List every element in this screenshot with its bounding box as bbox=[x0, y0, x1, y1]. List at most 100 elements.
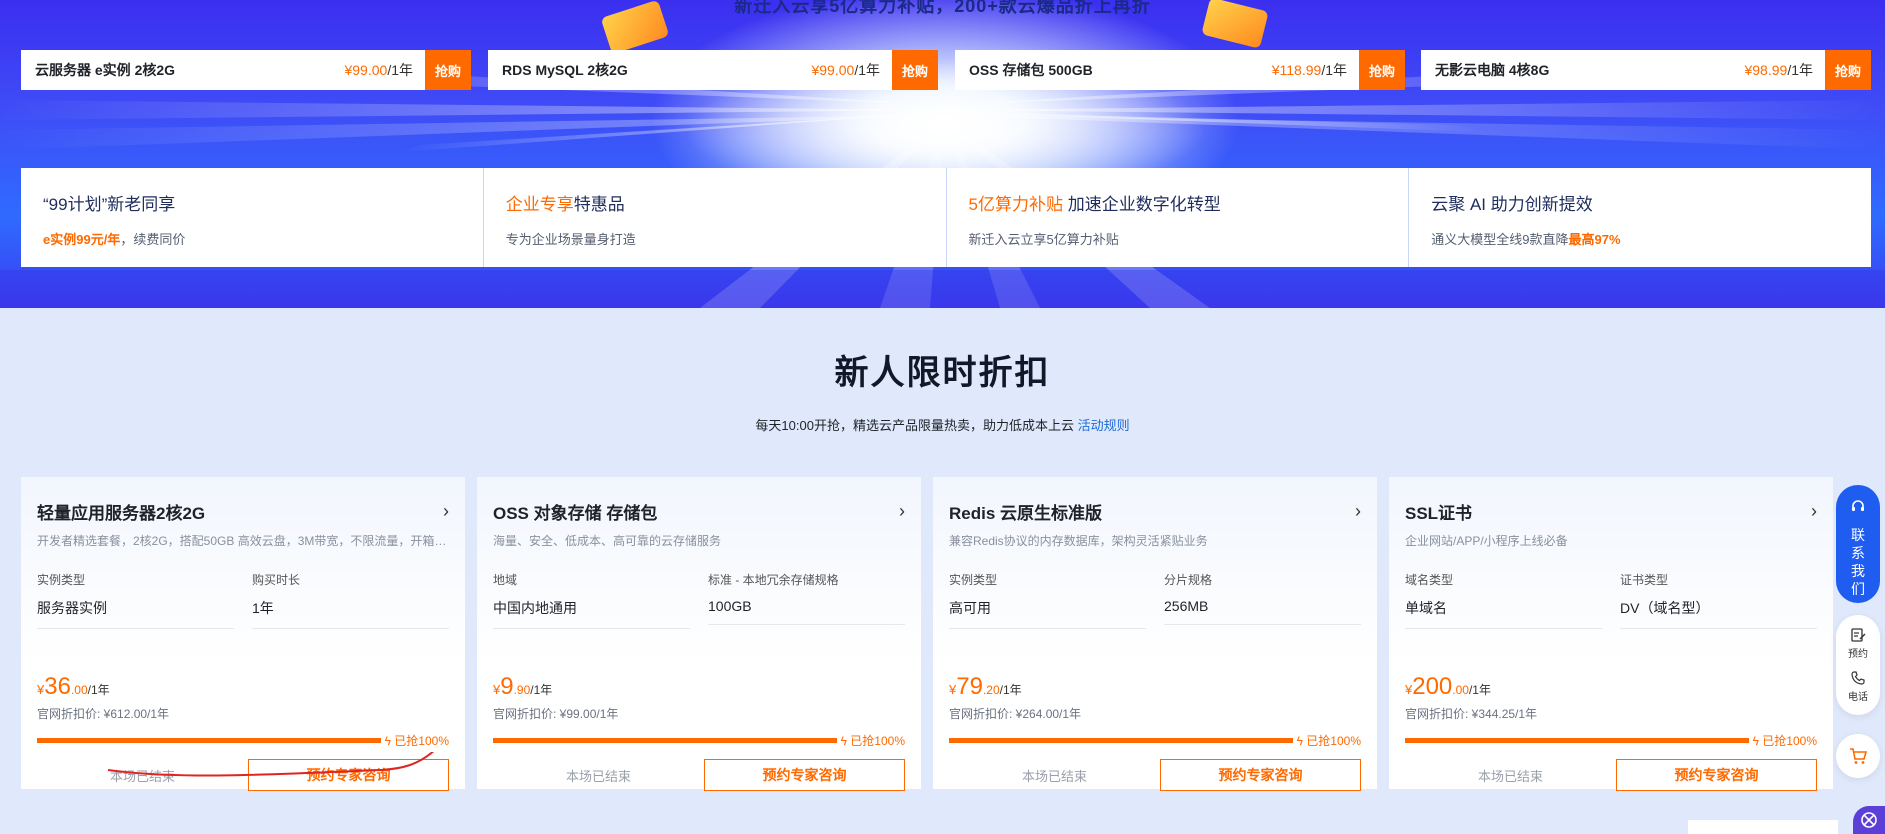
sold-progress-bar bbox=[949, 738, 1293, 743]
deal-buy-button[interactable]: 抢购 bbox=[1825, 50, 1871, 90]
chevron-right-icon[interactable]: › bbox=[443, 501, 449, 522]
deal-buy-button[interactable]: 抢购 bbox=[425, 50, 471, 90]
chevron-right-icon[interactable]: › bbox=[899, 501, 905, 522]
side-tools: 预约 电话 bbox=[1836, 615, 1880, 715]
chevron-right-icon[interactable]: › bbox=[1811, 501, 1817, 522]
sold-progress-bar bbox=[37, 738, 381, 743]
card-title[interactable]: 轻量应用服务器2核2G bbox=[37, 499, 205, 524]
phone-label: 电话 bbox=[1848, 692, 1868, 703]
bottom-panel-edge bbox=[1688, 820, 1838, 834]
assistant-button[interactable] bbox=[1853, 806, 1885, 834]
spec-label: 证书类型 bbox=[1620, 573, 1669, 587]
promo-card-enterprise[interactable]: 企业专享特惠品 专为企业场景量身打造 bbox=[483, 168, 947, 267]
hero-slogan: 新迁入云享5亿算力补贴，200+款云爆品折上再折 bbox=[734, 0, 1151, 16]
sale-price: ¥200.00/1年 bbox=[1405, 673, 1491, 700]
spec-value[interactable]: 1年 bbox=[252, 598, 449, 629]
spec-value[interactable]: 高可用 bbox=[949, 598, 1146, 629]
product-cards: 轻量应用服务器2核2G › 开发者精选套餐，2核2G，搭配50GB 高效云盘，3… bbox=[21, 477, 1833, 791]
deal-name: 无影云电脑 4核8G bbox=[1435, 62, 1550, 78]
sold-progress-bar bbox=[493, 738, 837, 743]
sale-price: ¥9.90/1年 bbox=[493, 673, 553, 700]
session-ended-label: 本场已结束 bbox=[1021, 768, 1087, 784]
spec-value[interactable]: 100GB bbox=[708, 598, 905, 625]
deal-bar-wuying[interactable]: 无影云电脑 4核8G ¥98.99/1年 抢购 bbox=[1421, 50, 1871, 90]
assistant-icon bbox=[1861, 812, 1877, 828]
spec-label: 分片规格 bbox=[1164, 573, 1213, 587]
phone-button[interactable]: 电话 bbox=[1836, 670, 1880, 703]
contact-us-label: 联系我们 bbox=[1851, 527, 1865, 597]
chevron-right-icon[interactable]: › bbox=[1355, 501, 1361, 522]
deal-price: ¥99.00/1年 bbox=[811, 62, 880, 78]
spec-label: 标准 - 本地冗余存储规格 bbox=[708, 573, 839, 587]
spec-label: 域名类型 bbox=[1405, 573, 1454, 587]
sale-price: ¥36.00/1年 bbox=[37, 673, 110, 700]
deal-price: ¥118.99/1年 bbox=[1271, 62, 1347, 78]
cart-button[interactable] bbox=[1836, 734, 1880, 778]
contact-us-button[interactable]: 联系我们 bbox=[1836, 485, 1880, 603]
product-card-ssl: SSL证书 › 企业网站/APP/小程序上线必备 域名类型单域名 证书类型 DV（… bbox=[1389, 477, 1833, 791]
session-ended-label: 本场已结束 bbox=[1477, 768, 1543, 784]
lightning-icon: ϟ bbox=[1296, 734, 1303, 748]
deal-buy-button[interactable]: 抢购 bbox=[892, 50, 938, 90]
spec-label: 实例类型 bbox=[949, 573, 998, 587]
expert-consult-button[interactable]: 预约专家咨询 bbox=[1159, 759, 1361, 791]
edit-note-icon bbox=[1851, 628, 1866, 642]
promo-title: 5亿算力补贴 加速企业数字化转型 bbox=[968, 195, 1221, 214]
section-subtitle: 每天10:00开抢，精选云产品限量热卖，助力低成本上云 活动规则 bbox=[755, 418, 1130, 433]
section-title: 新人限时折扣 bbox=[834, 354, 1051, 392]
promo-card-compute-subsidy[interactable]: 5亿算力补贴 加速企业数字化转型 新迁入云立享5亿算力补贴 bbox=[946, 168, 1410, 267]
promo-card-99-plan[interactable]: “99计划”新老同享 e实例99元/年，续费同价 bbox=[21, 168, 484, 267]
card-description: 企业网站/APP/小程序上线必备 bbox=[1405, 534, 1568, 548]
card-description: 海量、安全、低成本、高可靠的云存储服务 bbox=[493, 534, 722, 548]
reserve-button[interactable]: 预约 bbox=[1836, 627, 1880, 660]
red-underline-annotation bbox=[107, 752, 435, 777]
product-card-oss: OSS 对象存储 存储包 › 海量、安全、低成本、高可靠的云存储服务 地域中国内… bbox=[477, 477, 921, 791]
lightning-icon: ϟ bbox=[1752, 734, 1759, 748]
promo-sub: 专为企业场景量身打造 bbox=[505, 232, 636, 247]
promo-title: 企业专享特惠品 bbox=[505, 195, 625, 214]
spec-label: 购买时长 bbox=[252, 573, 301, 587]
card-title[interactable]: Redis 云原生标准版 bbox=[949, 499, 1102, 524]
lightning-icon: ϟ bbox=[384, 734, 391, 748]
product-card-lighthouse: 轻量应用服务器2核2G › 开发者精选套餐，2核2G，搭配50GB 高效云盘，3… bbox=[21, 477, 465, 791]
card-description: 兼容Redis协议的内存数据库，架构灵活紧贴业务 bbox=[949, 534, 1208, 548]
spec-value[interactable]: 256MB bbox=[1164, 598, 1361, 625]
spec-value[interactable]: 服务器实例 bbox=[37, 598, 234, 629]
original-price: 官网折扣价: ¥99.00/1年 bbox=[493, 707, 619, 721]
original-price: 官网折扣价: ¥264.00/1年 bbox=[949, 707, 1082, 721]
activity-rules-link[interactable]: 活动规则 bbox=[1078, 418, 1130, 433]
promo-title: “99计划”新老同享 bbox=[43, 195, 176, 214]
expert-consult-button[interactable]: 预约专家咨询 bbox=[703, 759, 905, 791]
product-card-redis: Redis 云原生标准版 › 兼容Redis协议的内存数据库，架构灵活紧贴业务 … bbox=[933, 477, 1377, 791]
promo-card-ai[interactable]: 云聚 AI 助力创新提效 通义大模型全线9款直降最高97% bbox=[1409, 168, 1871, 267]
deal-name: 云服务器 e实例 2核2G bbox=[35, 62, 176, 78]
original-price: 官网折扣价: ¥612.00/1年 bbox=[37, 707, 170, 721]
promo-sub: 通义大模型全线9款直降最高97% bbox=[1431, 232, 1621, 247]
phone-icon bbox=[1851, 671, 1865, 685]
reserve-label: 预约 bbox=[1848, 649, 1868, 660]
deal-name: OSS 存储包 500GB bbox=[969, 62, 1093, 78]
spec-value[interactable]: DV（域名型） bbox=[1620, 598, 1817, 629]
card-title[interactable]: SSL证书 bbox=[1405, 499, 1472, 524]
promo-sub: 新迁入云立享5亿算力补贴 bbox=[968, 232, 1119, 247]
cart-icon bbox=[1850, 748, 1868, 764]
spec-value[interactable]: 中国内地通用 bbox=[493, 598, 690, 629]
card-title[interactable]: OSS 对象存储 存储包 bbox=[493, 499, 657, 524]
spec-value[interactable]: 单域名 bbox=[1405, 598, 1602, 629]
headset-icon bbox=[1852, 500, 1864, 511]
deal-buy-button[interactable]: 抢购 bbox=[1359, 50, 1405, 90]
spec-label: 实例类型 bbox=[37, 573, 86, 587]
deal-bar-ecs[interactable]: 云服务器 e实例 2核2G ¥99.00/1年 抢购 bbox=[21, 50, 471, 90]
sold-progress-label: ϟ 已抢100% bbox=[840, 734, 905, 748]
original-price: 官网折扣价: ¥344.25/1年 bbox=[1405, 707, 1538, 721]
sold-progress-bar bbox=[1405, 738, 1749, 743]
sold-progress-label: ϟ 已抢100% bbox=[384, 734, 449, 748]
deal-name: RDS MySQL 2核2G bbox=[502, 62, 628, 78]
expert-consult-button[interactable]: 预约专家咨询 bbox=[1615, 759, 1817, 791]
promo-title: 云聚 AI 助力创新提效 bbox=[1431, 195, 1593, 214]
spec-label: 地域 bbox=[493, 573, 518, 587]
deal-bar-rds[interactable]: RDS MySQL 2核2G ¥99.00/1年 抢购 bbox=[488, 50, 938, 90]
promo-row: “99计划”新老同享 e实例99元/年，续费同价 企业专享特惠品 专为企业场景量… bbox=[21, 168, 1871, 267]
sold-progress-label: ϟ 已抢100% bbox=[1752, 734, 1817, 748]
deal-bar-oss[interactable]: OSS 存储包 500GB ¥118.99/1年 抢购 bbox=[955, 50, 1405, 90]
